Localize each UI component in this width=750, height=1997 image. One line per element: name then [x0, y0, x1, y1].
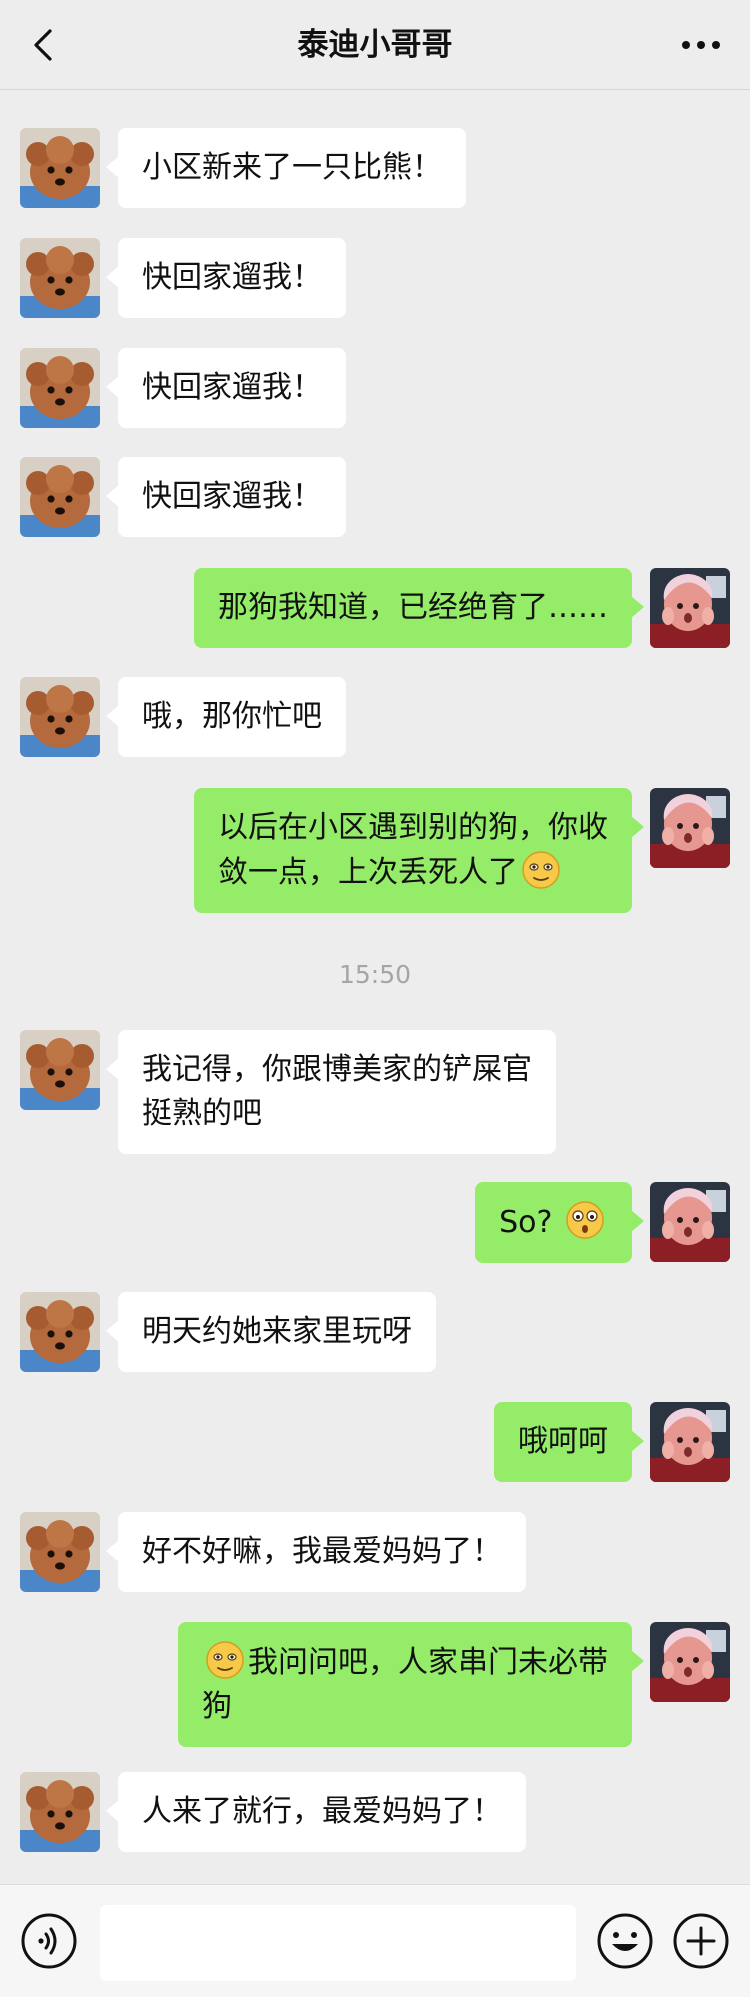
contact-avatar[interactable] [20, 677, 100, 757]
outgoing-message-bubble[interactable]: So? [475, 1182, 644, 1263]
incoming-message-bubble[interactable]: 快回家遛我！ [106, 238, 346, 318]
chat-title: 泰迪小哥哥 [297, 27, 453, 63]
incoming-message-bubble[interactable]: 哦，那你忙吧 [106, 677, 346, 757]
message-text: 狗 [202, 1689, 232, 1724]
incoming-message-bubble[interactable]: 小区新来了一只比熊！ [106, 128, 466, 208]
my-avatar[interactable] [650, 1182, 730, 1262]
contact-avatar[interactable] [20, 238, 100, 318]
contact-avatar[interactable] [20, 348, 100, 428]
message-text: 我问问吧，人家串门未必带 [248, 1645, 608, 1680]
input-bar [0, 1884, 750, 1997]
message-text: 好不好嘛，我最爱妈妈了！ [142, 1534, 502, 1569]
message-input[interactable] [100, 1905, 576, 1981]
nav-bar: 泰迪小哥哥 [0, 0, 750, 90]
contact-avatar[interactable] [20, 1030, 100, 1110]
message-text: 快回家遛我！ [142, 260, 322, 295]
outgoing-message-bubble[interactable]: 我问问吧，人家串门未必带狗 [178, 1622, 644, 1747]
voice-icon[interactable] [20, 1912, 78, 1970]
contact-avatar[interactable] [20, 1512, 100, 1592]
message-text: So? [499, 1205, 562, 1240]
message-text: 哦呵呵 [518, 1424, 608, 1459]
message-text: 敛一点，上次丢死人了 [218, 855, 518, 890]
message-text: 以后在小区遇到别的狗，你收 [218, 810, 608, 845]
message-text: 哦，那你忙吧 [142, 699, 322, 734]
awkward-smile-emoji [521, 850, 561, 890]
message-text: 快回家遛我！ [142, 370, 322, 405]
message-text: 那狗我知道，已经绝育了…… [218, 590, 608, 625]
outgoing-message-bubble[interactable]: 那狗我知道，已经绝育了…… [194, 568, 644, 648]
my-avatar[interactable] [650, 568, 730, 648]
incoming-message-bubble[interactable]: 人来了就行，最爱妈妈了！ [106, 1772, 526, 1852]
message-text: 我记得，你跟博美家的铲屎官 [142, 1052, 532, 1087]
timestamp: 15:50 [338, 960, 412, 989]
outgoing-message-bubble[interactable]: 以后在小区遇到别的狗，你收 敛一点，上次丢死人了 [194, 788, 644, 913]
message-text: 快回家遛我！ [142, 479, 322, 514]
contact-avatar[interactable] [20, 1772, 100, 1852]
incoming-message-bubble[interactable]: 快回家遛我！ [106, 457, 346, 537]
message-text: 挺熟的吧 [142, 1096, 262, 1131]
incoming-message-bubble[interactable]: 好不好嘛，我最爱妈妈了！ [106, 1512, 526, 1592]
my-avatar[interactable] [650, 1622, 730, 1702]
more-dots-icon[interactable] [678, 30, 724, 60]
my-avatar[interactable] [650, 1402, 730, 1482]
contact-avatar[interactable] [20, 128, 100, 208]
contact-avatar[interactable] [20, 1292, 100, 1372]
message-text: 明天约她来家里玩呀 [142, 1314, 412, 1349]
message-text: 小区新来了一只比熊！ [142, 150, 442, 185]
outgoing-message-bubble[interactable]: 哦呵呵 [494, 1402, 644, 1482]
my-avatar[interactable] [650, 788, 730, 868]
message-text: 人来了就行，最爱妈妈了！ [142, 1794, 502, 1829]
incoming-message-bubble[interactable]: 快回家遛我！ [106, 348, 346, 428]
contact-avatar[interactable] [20, 457, 100, 537]
incoming-message-bubble[interactable]: 我记得，你跟博美家的铲屎官 挺熟的吧 [106, 1030, 556, 1154]
surprised-face-emoji [565, 1200, 605, 1240]
incoming-message-bubble[interactable]: 明天约她来家里玩呀 [106, 1292, 436, 1372]
plus-icon[interactable] [672, 1912, 730, 1970]
awkward-smile-emoji [205, 1640, 245, 1680]
emoji-icon[interactable] [596, 1912, 654, 1970]
